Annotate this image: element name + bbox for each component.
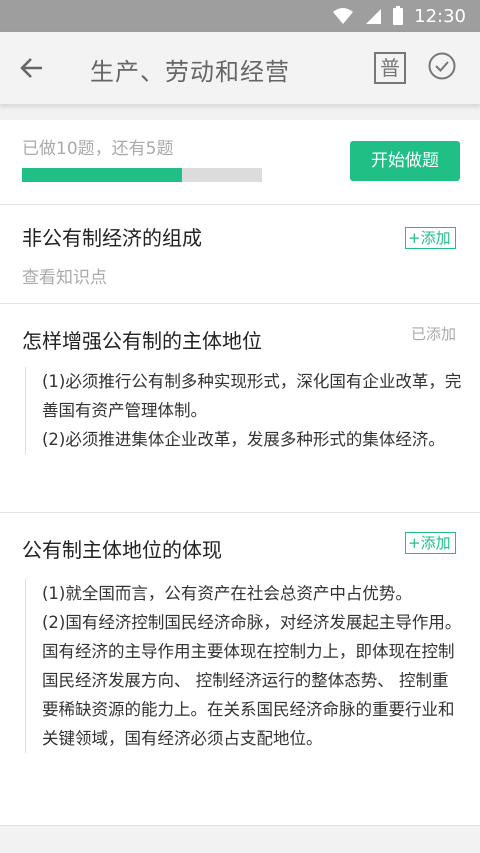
knowledge-card: 怎样增强公有制的主体地位 已添加 (1)必须推行公有制多种实现形式，深化国有企业…: [0, 304, 480, 513]
signal-icon: [364, 7, 382, 25]
check-circle-icon[interactable]: [428, 52, 456, 80]
page-title: 生产、劳动和经营: [90, 58, 290, 86]
back-arrow-icon[interactable]: [18, 54, 46, 82]
battery-icon: [392, 6, 404, 26]
knowledge-card: 非公有制经济的组成 +添加 查看知识点: [0, 205, 480, 304]
start-quiz-button[interactable]: 开始做题: [350, 141, 460, 181]
wifi-icon: [332, 7, 354, 25]
progress-card: 已做10题，还有5题 开始做题: [0, 120, 480, 205]
status-bar: 12:30: [0, 0, 480, 32]
progress-status-text: 已做10题，还有5题: [22, 139, 174, 159]
card-body: (1)就全国而言，公有资产在社会总资产中占优势。 (2)国有经济控制国民经济命脉…: [25, 579, 462, 753]
mandarin-mode-button[interactable]: 普: [374, 52, 406, 84]
card-title: 非公有制经济的组成: [22, 226, 202, 250]
clock: 12:30: [414, 5, 466, 27]
app-bar: 生产、劳动和经营 普: [0, 32, 480, 105]
progress-bar-fill: [22, 168, 183, 182]
card-body: (1)必须推行公有制多种实现形式，深化国有企业改革，完善国有资产管理体制。 (2…: [25, 367, 462, 454]
view-knowledge-link[interactable]: 查看知识点: [22, 263, 107, 288]
card-title: 怎样增强公有制的主体地位: [22, 329, 262, 353]
body-paragraph: (1)必须推行公有制多种实现形式，深化国有企业改革，完善国有资产管理体制。: [42, 372, 462, 420]
card-title: 公有制主体地位的体现: [22, 538, 222, 562]
knowledge-card: 公有制主体地位的体现 +添加 (1)就全国而言，公有资产在社会总资产中占优势。 …: [0, 513, 480, 826]
body-paragraph: (2)国有经济控制国民经济命脉，对经济发展起主导作用。国有经济的主导作用主要体现…: [42, 613, 462, 748]
added-label: 已添加: [411, 325, 457, 343]
add-button[interactable]: +添加: [405, 227, 456, 249]
body-paragraph: (1)就全国而言，公有资产在社会总资产中占优势。: [42, 584, 412, 603]
body-paragraph: (2)必须推进集体企业改革，发展多种形式的集体经济。: [42, 430, 445, 449]
add-button[interactable]: +添加: [405, 532, 456, 554]
progress-bar: [22, 168, 262, 182]
